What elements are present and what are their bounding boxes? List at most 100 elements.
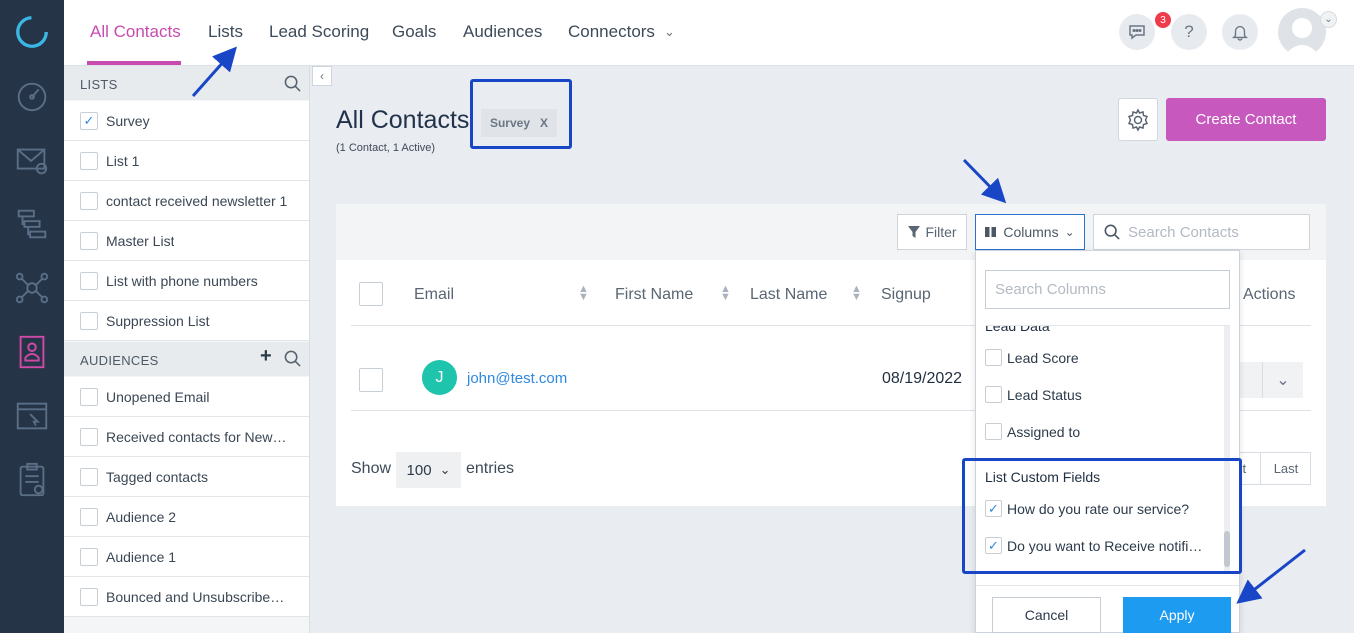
tab-audiences[interactable]: Audiences — [463, 22, 542, 42]
last-page-button[interactable]: Last — [1260, 452, 1311, 485]
landing-page-icon[interactable] — [12, 396, 52, 436]
automation-icon[interactable] — [12, 204, 52, 244]
search-lists-icon[interactable] — [284, 75, 301, 92]
annotation-arrow-apply — [1236, 548, 1306, 604]
audience-checkbox[interactable] — [80, 387, 98, 406]
chevron-down-icon: ⌄ — [1276, 372, 1290, 389]
audience-item-unopened[interactable]: Unopened Email — [64, 377, 309, 417]
list-checkbox[interactable] — [80, 311, 98, 330]
list-item-survey[interactable]: ✓ Survey — [64, 101, 309, 141]
column-header-signup[interactable]: Signup — [881, 286, 931, 304]
chevron-down-icon: ⌄ — [439, 462, 451, 477]
sort-icon[interactable]: ▲ ▼ — [720, 284, 731, 303]
sort-icon[interactable]: ▲ ▼ — [851, 284, 862, 303]
audience-checkbox[interactable] — [80, 427, 98, 446]
create-contact-button[interactable]: Create Contact — [1166, 98, 1326, 141]
column-option-label: Lead Status — [1007, 386, 1082, 403]
settings-button[interactable] — [1118, 98, 1158, 141]
page-size-value: 100 — [406, 461, 432, 479]
list-checkbox[interactable] — [80, 271, 98, 290]
notifications-button[interactable] — [1222, 14, 1258, 50]
page-size-select[interactable]: 100 ⌄ — [396, 452, 461, 488]
forms-icon[interactable] — [12, 460, 52, 500]
tab-lists[interactable]: Lists — [208, 22, 243, 42]
cancel-button[interactable]: Cancel — [992, 597, 1101, 633]
list-checkbox[interactable] — [80, 151, 98, 170]
help-button[interactable]: ? — [1171, 14, 1207, 50]
list-checkbox[interactable]: ✓ — [80, 111, 98, 130]
tab-connectors[interactable]: Connectors — [568, 22, 655, 42]
audience-checkbox[interactable] — [80, 587, 98, 606]
connectors-chevron-down-icon[interactable]: ⌄ — [664, 24, 675, 40]
list-item-newsletter[interactable]: contact received newsletter 1 — [64, 181, 309, 221]
list-checkbox[interactable] — [80, 191, 98, 210]
app-logo-icon[interactable] — [12, 12, 52, 52]
annotation-highlight-custom-fields — [962, 458, 1242, 574]
audience-checkbox[interactable] — [80, 547, 98, 566]
funnel-icon — [908, 226, 921, 238]
list-item-phone-numbers[interactable]: List with phone numbers — [64, 261, 309, 301]
audience-checkbox[interactable] — [80, 507, 98, 526]
show-label: Show — [351, 460, 392, 477]
audience-item-received[interactable]: Received contacts for New… — [64, 417, 309, 457]
list-item-master-list[interactable]: Master List — [64, 221, 309, 261]
row-checkbox[interactable] — [359, 368, 383, 392]
contacts-icon[interactable] — [12, 332, 52, 372]
column-option-label: Lead Score — [1007, 349, 1079, 366]
filter-button[interactable]: Filter — [897, 214, 967, 250]
integrations-icon[interactable] — [12, 268, 52, 308]
gear-icon — [1127, 107, 1149, 132]
user-avatar[interactable] — [1278, 8, 1326, 56]
select-all-checkbox[interactable] — [359, 282, 383, 306]
annotation-highlight-filter-chip — [470, 79, 572, 149]
tab-lead-scoring[interactable]: Lead Scoring — [269, 22, 369, 42]
chat-support-button[interactable] — [1119, 14, 1155, 50]
search-contacts-box[interactable] — [1093, 214, 1310, 250]
audience-item-audience-2[interactable]: Audience 2 — [64, 497, 309, 537]
audience-checkbox[interactable] — [80, 467, 98, 486]
column-header-last-name[interactable]: Last Name — [750, 286, 827, 304]
column-option-lead-score[interactable]: Lead Score — [985, 349, 1079, 366]
dashboard-icon[interactable] — [12, 76, 52, 116]
contact-count-summary: (1 Contact, 1 Active) — [336, 142, 436, 154]
apply-button[interactable]: Apply — [1123, 597, 1231, 633]
column-option-assigned-to[interactable]: Assigned to — [985, 423, 1080, 440]
email-campaign-icon[interactable] — [12, 140, 52, 180]
audience-item-bounced[interactable]: Bounced and Unsubscribe… — [64, 577, 309, 617]
group-lead-data: Lead Data — [985, 326, 1050, 334]
search-contacts-input[interactable] — [1128, 223, 1288, 241]
column-checkbox[interactable] — [985, 386, 1002, 403]
audience-item-audience-1[interactable]: Audience 1 — [64, 537, 309, 577]
list-checkbox[interactable] — [80, 231, 98, 250]
search-columns-box[interactable] — [985, 270, 1230, 309]
column-header-email[interactable]: Email — [414, 286, 454, 304]
bell-icon — [1232, 25, 1248, 41]
column-checkbox[interactable] — [985, 349, 1002, 366]
audience-item-tagged[interactable]: Tagged contacts — [64, 457, 309, 497]
filter-label: Filter — [925, 224, 957, 240]
sort-icon[interactable]: ▲ ▼ — [578, 284, 589, 303]
audience-label: Bounced and Unsubscribe… — [106, 588, 285, 605]
list-item-list-1[interactable]: List 1 — [64, 141, 309, 181]
column-checkbox[interactable] — [985, 423, 1002, 440]
contact-email-link[interactable]: john@test.com — [467, 370, 567, 387]
column-option-lead-status[interactable]: Lead Status — [985, 386, 1082, 403]
chevron-down-icon: ⌄ — [1064, 225, 1075, 239]
list-item-suppression[interactable]: Suppression List — [64, 301, 309, 341]
list-label: List 1 — [106, 152, 140, 169]
columns-button[interactable]: Columns ⌄ — [975, 214, 1085, 250]
column-header-first-name[interactable]: First Name — [615, 286, 693, 304]
list-label: contact received newsletter 1 — [106, 192, 288, 209]
add-audience-icon[interactable]: + — [260, 345, 272, 368]
annotation-arrow-columns — [962, 158, 1007, 204]
tab-all-contacts[interactable]: All Contacts — [90, 22, 181, 42]
tab-goals[interactable]: Goals — [392, 22, 436, 42]
top-navigation-bar — [64, 0, 1354, 66]
notification-count-badge: 3 — [1155, 12, 1171, 28]
row-actions-dropdown[interactable]: ⌄ — [1262, 362, 1303, 398]
search-audiences-icon[interactable] — [284, 350, 301, 367]
list-label: List with phone numbers — [106, 272, 258, 289]
search-columns-input[interactable] — [995, 281, 1155, 298]
collapse-sidebar-button[interactable]: ‹ — [312, 66, 332, 86]
profile-menu-chevron-icon[interactable]: ⌄ — [1320, 11, 1337, 28]
